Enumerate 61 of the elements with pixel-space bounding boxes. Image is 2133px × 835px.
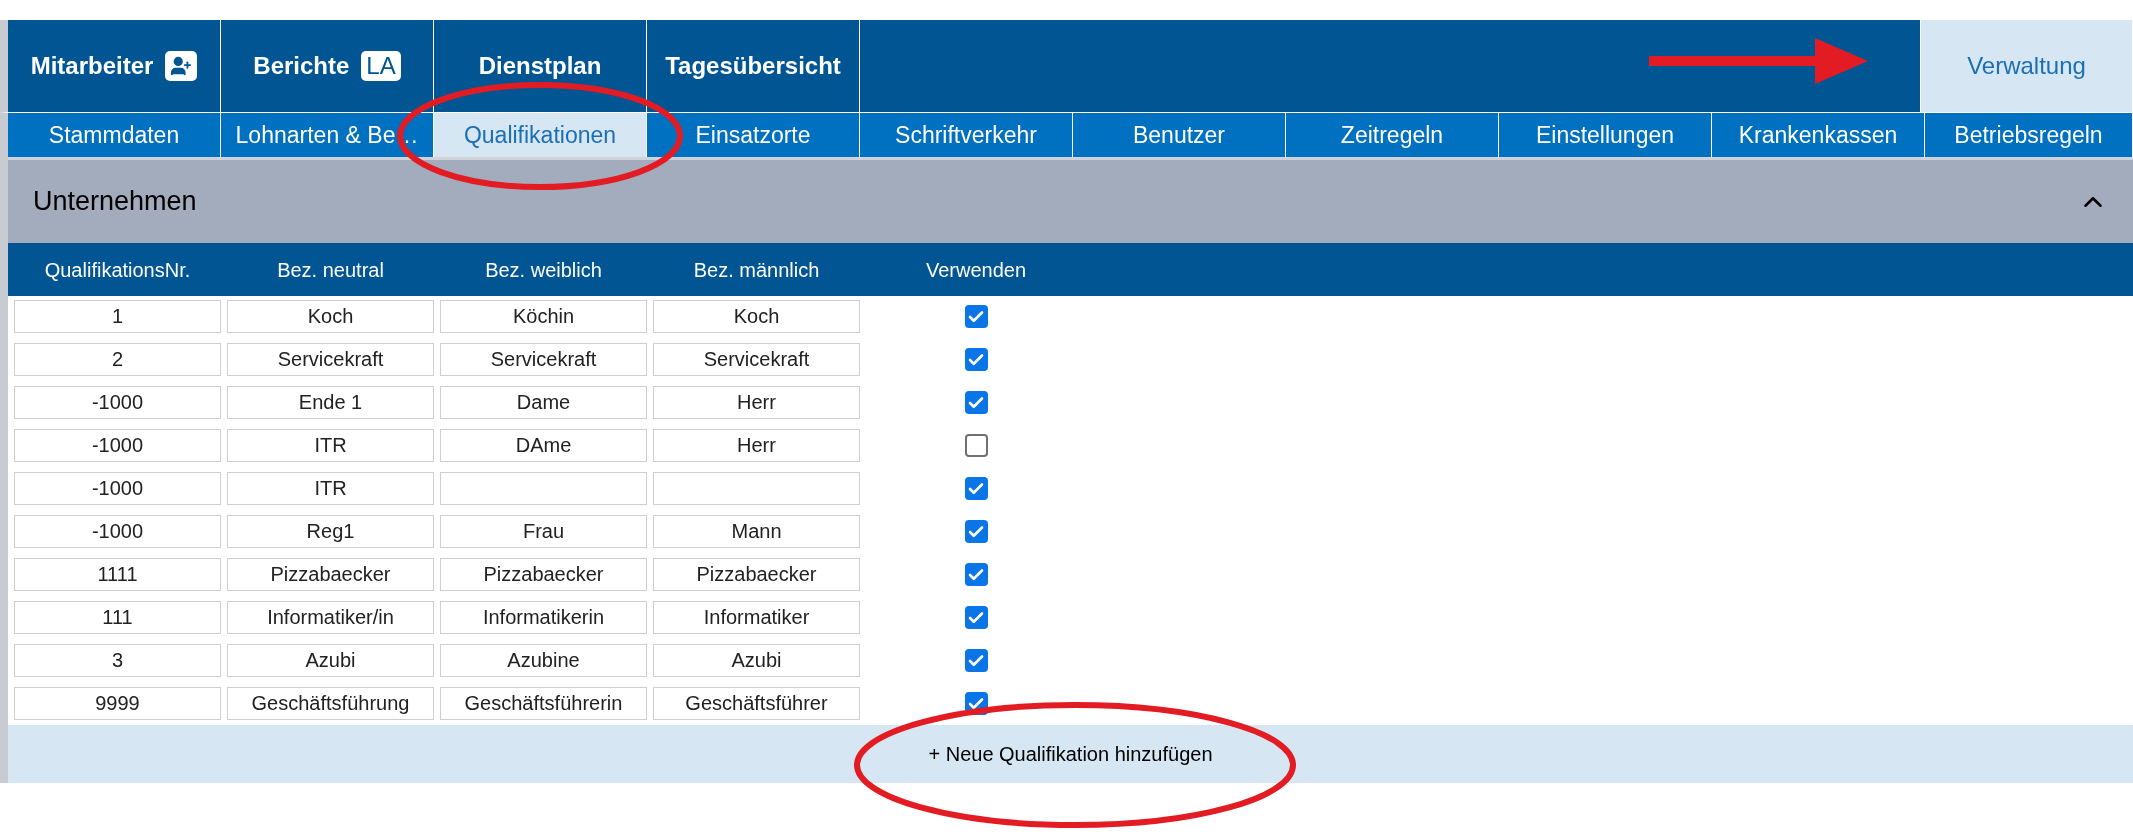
table-input[interactable]: -1000 — [14, 429, 221, 462]
table-input[interactable]: DAme — [440, 429, 647, 462]
table-input[interactable]: Herr — [653, 386, 860, 419]
table-input[interactable]: 111 — [14, 601, 221, 634]
table-input[interactable]: Herr — [653, 429, 860, 462]
checkbox[interactable] — [964, 477, 988, 500]
table-input[interactable]: 2 — [14, 343, 221, 376]
table-input[interactable]: Mann — [653, 515, 860, 548]
checkbox[interactable] — [964, 520, 988, 543]
table-input[interactable]: Servicekraft — [227, 343, 434, 376]
table-input[interactable] — [440, 472, 647, 505]
add-qualification-button[interactable]: + Neue Qualifikation hinzufügen — [8, 725, 2133, 783]
table-input[interactable]: Servicekraft — [653, 343, 860, 376]
checkbox[interactable] — [964, 348, 988, 371]
table-input[interactable]: Informatiker — [653, 601, 860, 634]
table-input[interactable]: -1000 — [14, 472, 221, 505]
section-title: Unternehmen — [33, 185, 197, 219]
table-input[interactable]: ITR — [227, 472, 434, 505]
checkbox[interactable] — [964, 606, 988, 629]
table-input[interactable]: Köchin — [440, 300, 647, 333]
table-input[interactable] — [653, 472, 860, 505]
table-input[interactable]: -1000 — [14, 515, 221, 548]
table-input[interactable]: Geschäftsführer — [653, 687, 860, 720]
user-add-icon — [165, 51, 198, 81]
column-header: Bez. neutral — [276, 257, 385, 283]
table-input[interactable]: 1111 — [14, 558, 221, 591]
badge: LA — [361, 51, 401, 81]
table-input[interactable]: Azubi — [653, 644, 860, 677]
column-header: Bez. männlich — [692, 257, 821, 283]
table-input[interactable]: Geschäftsführerin — [440, 687, 647, 720]
table-input[interactable]: Informatikerin — [440, 601, 647, 634]
table-input[interactable]: Informatiker/in — [227, 601, 434, 634]
column-header: QualifikationsNr. — [43, 257, 192, 283]
table-input[interactable]: 3 — [14, 644, 221, 677]
column-header: Verwenden — [924, 257, 1028, 283]
table-input[interactable]: Pizzabaecker — [227, 558, 434, 591]
checkbox[interactable] — [964, 563, 988, 586]
checkbox[interactable] — [964, 434, 988, 457]
table-input[interactable]: Pizzabaecker — [653, 558, 860, 591]
section-header[interactable]: Unternehmen — [8, 157, 2133, 243]
checkbox[interactable] — [964, 391, 988, 414]
table-input[interactable]: 9999 — [14, 687, 221, 720]
table-input[interactable]: 1 — [14, 300, 221, 333]
sub-tab[interactable]: Qualifikationen — [434, 113, 647, 157]
table-input[interactable]: Azubi — [227, 644, 434, 677]
table-input[interactable]: Koch — [653, 300, 860, 333]
table-input[interactable]: ITR — [227, 429, 434, 462]
table-input[interactable]: Koch — [227, 300, 434, 333]
checkbox[interactable] — [964, 305, 988, 328]
nav-tab[interactable]: Verwaltung — [1920, 20, 2133, 112]
table-input[interactable]: Reg1 — [227, 515, 434, 548]
table-input[interactable]: Frau — [440, 515, 647, 548]
table-input[interactable]: Dame — [440, 386, 647, 419]
table-input[interactable]: Pizzabaecker — [440, 558, 647, 591]
table-input[interactable]: -1000 — [14, 386, 221, 419]
table-input[interactable]: Ende 1 — [227, 386, 434, 419]
table-input[interactable]: Servicekraft — [440, 343, 647, 376]
table-input[interactable]: Geschäftsführung — [227, 687, 434, 720]
table-input[interactable]: Azubine — [440, 644, 647, 677]
checkbox[interactable] — [964, 649, 988, 672]
column-header: Bez. weiblich — [484, 257, 603, 283]
